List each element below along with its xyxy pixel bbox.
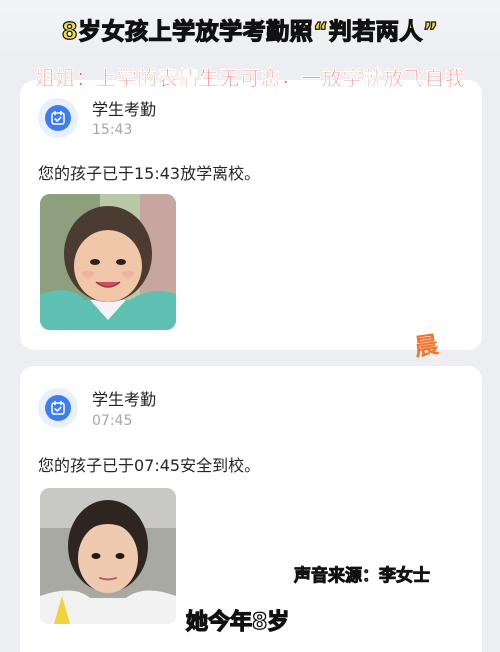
audio-source-caption: 声音来源：李女士 (294, 566, 431, 587)
calendar-check-icon (51, 400, 65, 415)
notification-app-name: 学生考勤 (92, 390, 157, 409)
channel-watermark: 晨 (412, 329, 441, 362)
subtitle-caption: 她今年8岁 (185, 609, 290, 635)
notification-time: 07:45 (92, 413, 133, 429)
video-subheadline: 姐姐：上学的表情生无可恋，一放学就放飞自我 (34, 66, 466, 90)
child-smiling-photo (40, 194, 176, 330)
attendance-app-icon (38, 98, 78, 138)
child-neutral-photo (40, 488, 176, 624)
video-headline: 8岁女孩上学放学考勤照“判若两人” (61, 18, 439, 45)
calendar-check-icon (51, 110, 65, 125)
video-headline-banner: 8岁女孩上学放学考勤照“判若两人” (0, 0, 500, 58)
attendance-card-leave[interactable]: 学生考勤 15:43 您的孩子已于15:43放学离校。 (20, 80, 482, 350)
attendance-photo-leave[interactable] (40, 194, 176, 330)
attendance-app-icon (38, 388, 78, 428)
notification-message: 您的孩子已于15:43放学离校。 (38, 164, 261, 183)
notification-time: 15:43 (92, 122, 133, 138)
notification-message: 您的孩子已于07:45安全到校。 (38, 456, 261, 475)
notification-app-name: 学生考勤 (92, 100, 157, 119)
attendance-photo-arrive[interactable] (40, 488, 176, 624)
